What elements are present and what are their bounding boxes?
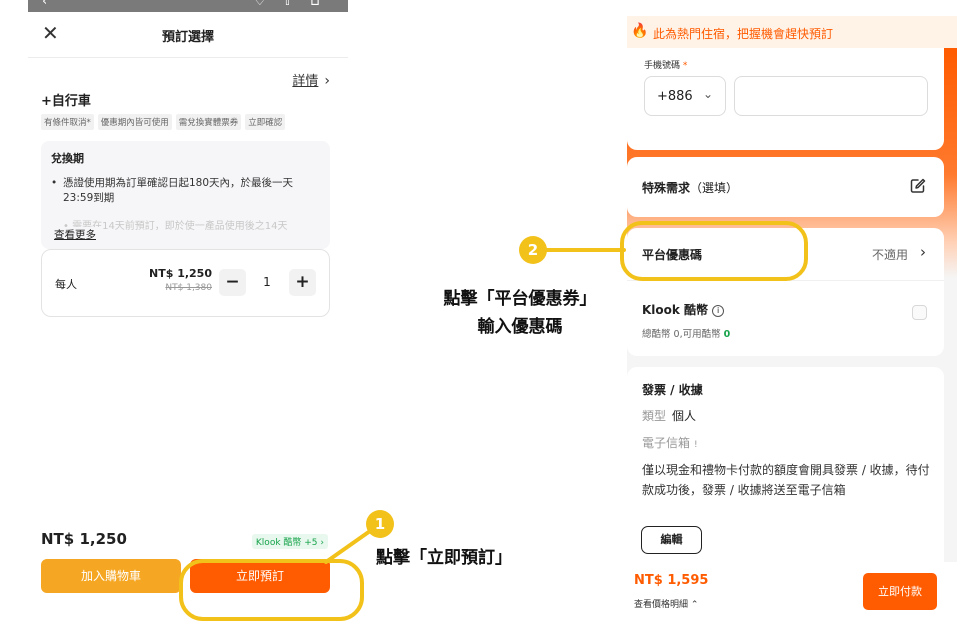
step-1-instruction: 點擊「立即預訂」 (376, 548, 512, 568)
step-2-instruction: 點擊「平台優惠券」 (443, 289, 597, 309)
highlight-ring-promo-code (620, 221, 808, 281)
step-badge-2: 2 (519, 236, 547, 264)
step-badge-1: 1 (366, 510, 394, 538)
step-2-instruction-sub: 輸入優惠碼 (477, 317, 563, 337)
tutorial-canvas: ‹ ♡ ⇧ ⊔ ✕ 預訂選擇 詳情 › +自行車 有條件取消* 優惠期內皆可使用 … (0, 0, 960, 640)
highlight-ring-book-now (179, 559, 364, 621)
